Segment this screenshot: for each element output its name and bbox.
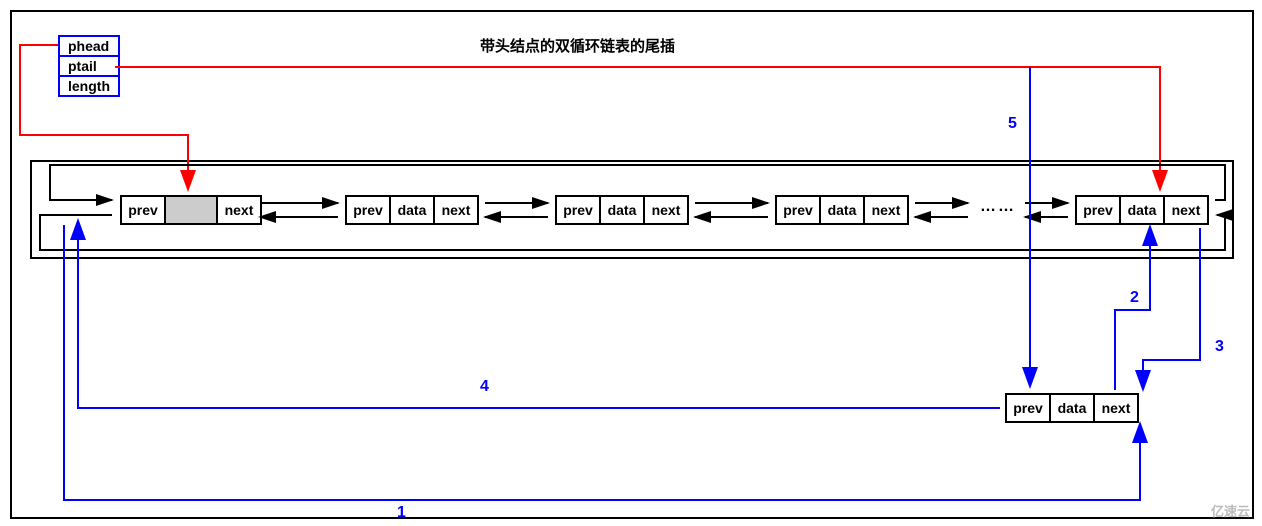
diagram-canvas: 带头结点的双循环链表的尾插 phead ptail length prev ne… [0,0,1262,526]
node-4: prev data next [775,195,909,225]
cell-prev: prev [345,195,391,225]
node-3: prev data next [555,195,689,225]
cell-data: data [601,195,645,225]
cell-next: next [435,195,479,225]
step-5-label: 5 [1008,115,1017,133]
cell-next: next [1095,393,1139,423]
cell-next: next [645,195,689,225]
step-1-label: 1 [397,504,406,522]
cell-data-empty [166,195,218,225]
cell-data: data [1051,393,1095,423]
cell-prev: prev [1005,393,1051,423]
watermark: 亿速云 [1211,501,1250,520]
cell-next: next [865,195,909,225]
head-node: prev next [120,195,262,225]
outer-frame [10,10,1254,519]
cell-next: next [218,195,262,225]
node-2: prev data next [345,195,479,225]
field-length: length [60,77,118,95]
step-3-label: 3 [1215,338,1224,356]
cell-data: data [391,195,435,225]
step-4-label: 4 [480,378,489,396]
cell-data: data [1121,195,1165,225]
new-node: prev data next [1005,393,1139,423]
field-ptail: ptail [60,57,118,77]
cell-data: data [821,195,865,225]
cell-prev: prev [1075,195,1121,225]
step-2-label: 2 [1130,289,1139,307]
tail-node: prev data next [1075,195,1209,225]
cell-next: next [1165,195,1209,225]
diagram-title: 带头结点的双循环链表的尾插 [480,35,675,56]
cell-prev: prev [120,195,166,225]
list-struct-box: phead ptail length [58,35,120,97]
cell-prev: prev [555,195,601,225]
field-phead: phead [60,37,118,57]
ellipsis: …… [980,198,1016,216]
cell-prev: prev [775,195,821,225]
